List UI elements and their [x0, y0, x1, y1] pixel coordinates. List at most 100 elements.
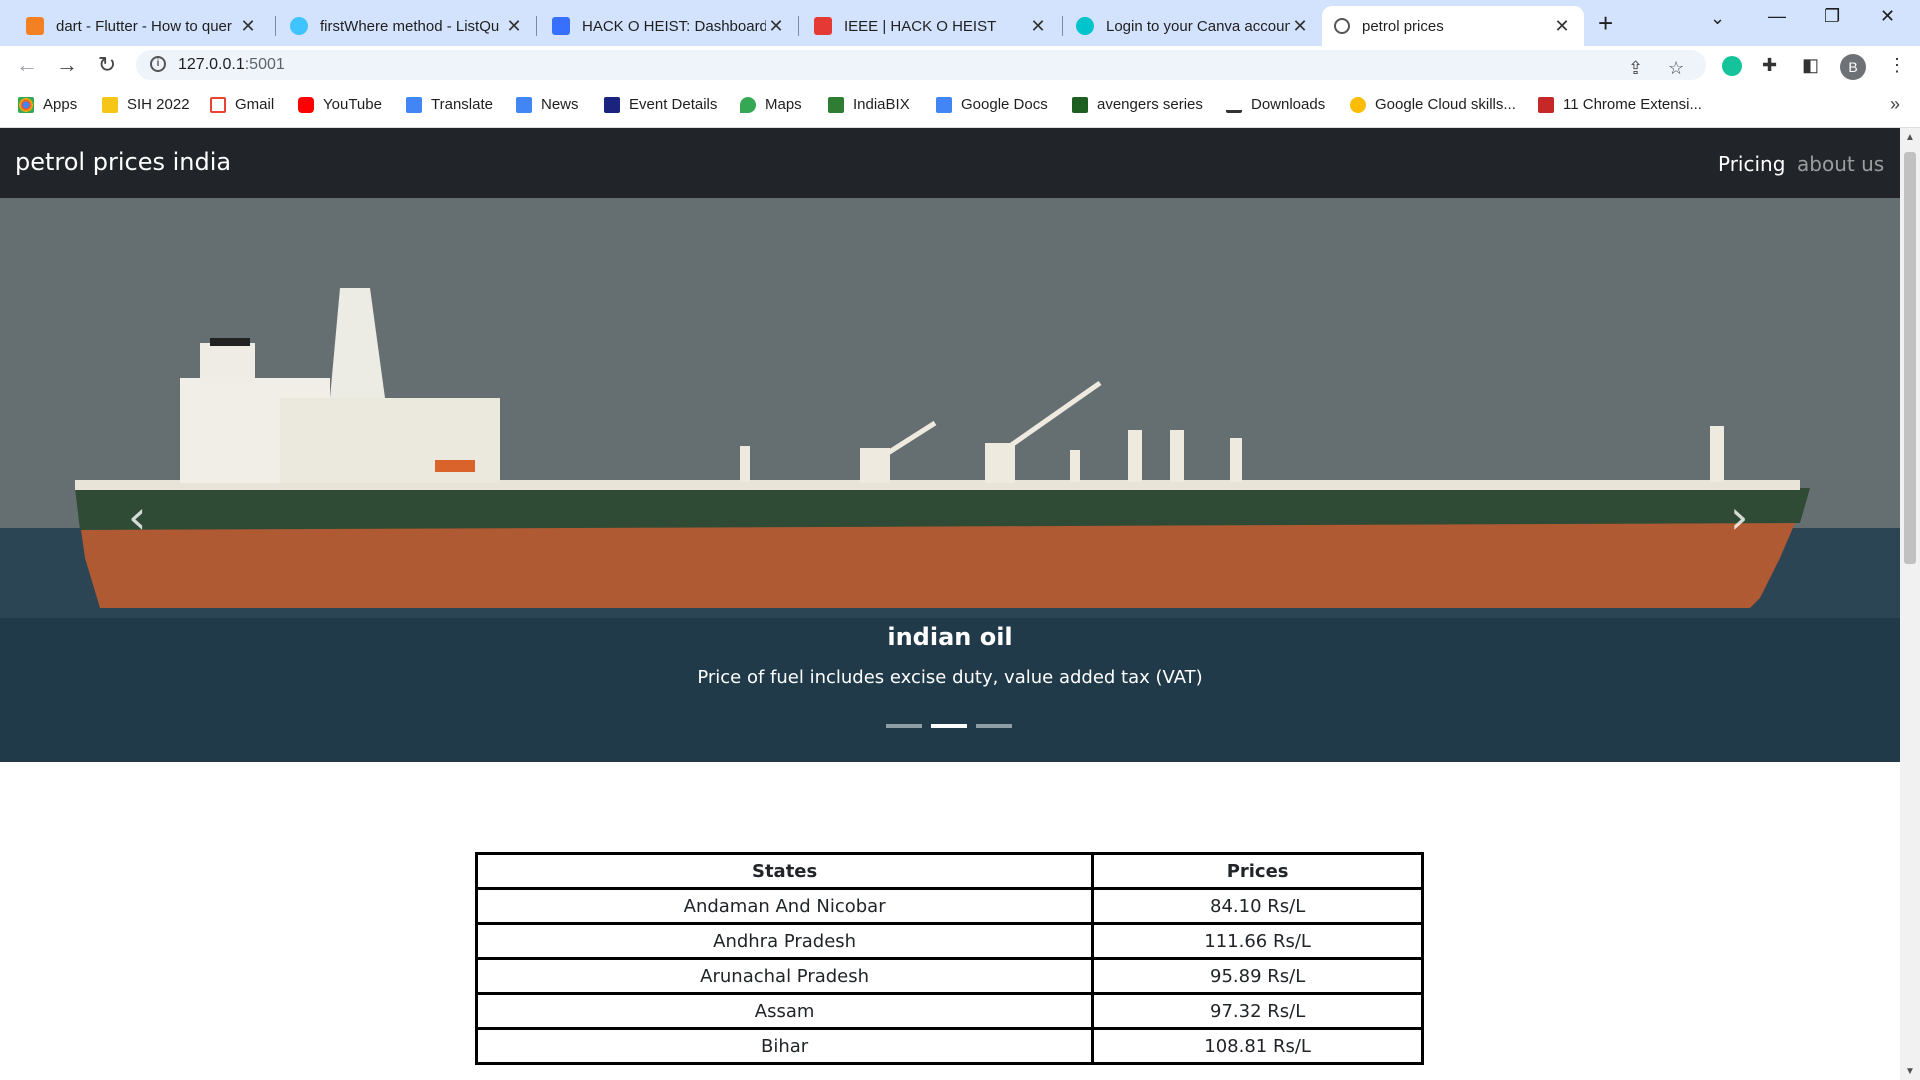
event-icon: [604, 96, 620, 113]
scroll-down-arrow-icon[interactable]: ▼: [1905, 1066, 1915, 1077]
browser-chrome: dart - Flutter - How to quer ✕ firstWher…: [0, 0, 1920, 128]
side-panel-icon[interactable]: ◧: [1802, 55, 1819, 76]
translate-icon: [406, 96, 422, 113]
extensions-puzzle-icon[interactable]: ✚: [1762, 55, 1777, 76]
bookmark-google-cloud-skills[interactable]: Google Cloud skills...: [1350, 96, 1516, 113]
share-icon[interactable]: ⇪: [1628, 58, 1643, 79]
page-scrollbar[interactable]: ▲ ▼: [1900, 128, 1920, 1080]
tab-strip: dart - Flutter - How to quer ✕ firstWher…: [0, 0, 1920, 46]
carousel-prev-chevron-icon[interactable]: ‹: [128, 490, 146, 544]
state-cell: Andhra Pradesh: [474, 922, 1095, 960]
site-info-icon[interactable]: i: [150, 56, 166, 72]
canva-icon: [1076, 17, 1094, 35]
price-cell: 84.10 Rs/L: [1091, 887, 1424, 925]
browser-tab-1[interactable]: dart - Flutter - How to quer ✕: [14, 6, 270, 46]
url-port: :5001: [244, 56, 285, 73]
price-cell: 97.32 Rs/L: [1091, 992, 1424, 1030]
table-row: Assam 97.32 Rs/L: [474, 992, 1424, 1030]
column-header-prices: Prices: [1091, 852, 1424, 890]
browser-tab-4[interactable]: IEEE | HACK O HEIST ✕: [802, 6, 1060, 46]
ieee-icon: [814, 17, 832, 35]
carousel-indicator-1[interactable]: [886, 724, 922, 728]
address-bar[interactable]: i 127.0.0.1:5001 ⇪ ☆: [136, 50, 1706, 80]
nav-link-about-us[interactable]: about us: [1797, 152, 1884, 176]
bookmark-star-icon[interactable]: ☆: [1668, 58, 1684, 79]
bookmark-event-details[interactable]: Event Details: [604, 96, 717, 113]
restore-icon[interactable]: ❐: [1824, 6, 1840, 27]
site-navbar: petrol prices india Pricing about us: [0, 128, 1900, 198]
more-bookmarks-chevron-icon[interactable]: »: [1890, 94, 1900, 115]
maps-icon: [740, 96, 756, 113]
price-cell: 108.81 Rs/L: [1091, 1027, 1424, 1065]
carousel-caption-text: Price of fuel includes excise duty, valu…: [697, 667, 1203, 688]
youtube-icon: [298, 96, 314, 113]
close-icon[interactable]: ✕: [504, 16, 524, 37]
carousel-next-chevron-icon[interactable]: ›: [1730, 490, 1748, 544]
bookmark-sih-2022[interactable]: SIH 2022: [102, 96, 190, 113]
tab-divider: [536, 16, 537, 36]
reload-icon[interactable]: ↻: [92, 50, 122, 80]
apps-grid-icon: [18, 96, 34, 113]
bookmark-maps[interactable]: Maps: [740, 96, 802, 113]
prices-table-wrapper: States Prices Andaman And Nicobar 84.10 R…: [474, 852, 1424, 1065]
tab-search-chevron-icon[interactable]: ⌄: [1710, 8, 1725, 29]
browser-toolbar: ← → ↻ i 127.0.0.1:5001 ⇪ ☆: [0, 46, 1920, 84]
state-cell: Andaman And Nicobar: [474, 887, 1095, 925]
dart-icon: [290, 17, 308, 35]
profile-avatar[interactable]: B: [1840, 54, 1866, 80]
minimize-icon[interactable]: —: [1768, 6, 1786, 27]
back-arrow-icon[interactable]: ←: [12, 50, 42, 80]
bookmark-apps[interactable]: Apps: [18, 96, 77, 113]
forward-arrow-icon[interactable]: →: [52, 50, 82, 80]
table-row: Bihar 108.81 Rs/L: [474, 1027, 1424, 1065]
close-icon[interactable]: ✕: [1290, 16, 1310, 37]
nav-link-pricing[interactable]: Pricing: [1718, 152, 1785, 176]
bookmark-downloads[interactable]: Downloads: [1226, 96, 1325, 113]
price-cell: 95.89 Rs/L: [1091, 957, 1424, 995]
window-close-icon[interactable]: ✕: [1880, 6, 1895, 27]
cloud-icon: [1350, 96, 1366, 113]
table-row: Andhra Pradesh 111.66 Rs/L: [474, 922, 1424, 960]
carousel-indicator-2[interactable]: [931, 724, 967, 728]
browser-tab-2[interactable]: firstWhere method - ListQu ✕: [278, 6, 536, 46]
download-icon: [1226, 96, 1242, 113]
tab-divider: [798, 16, 799, 36]
docs-icon: [936, 96, 952, 113]
browser-tab-5[interactable]: Login to your Canva accoun ✕: [1064, 6, 1322, 46]
bookmark-news[interactable]: News: [516, 96, 579, 113]
globe-icon: [1334, 18, 1350, 34]
bookmark-youtube[interactable]: YouTube: [298, 96, 382, 113]
site-brand[interactable]: petrol prices india: [15, 148, 231, 176]
new-tab-plus-icon[interactable]: +: [1598, 8, 1613, 39]
bookmark-avengers-series[interactable]: avengers series: [1072, 96, 1203, 113]
table-row: Arunachal Pradesh 95.89 Rs/L: [474, 957, 1424, 995]
bookmark-chrome-extensions[interactable]: 11 Chrome Extensi...: [1538, 96, 1702, 113]
price-cell: 111.66 Rs/L: [1091, 922, 1424, 960]
tab-divider: [1062, 16, 1063, 36]
browser-tab-active[interactable]: petrol prices ✕: [1322, 6, 1584, 46]
bookmark-gmail[interactable]: Gmail: [210, 96, 274, 113]
chrome-menu-icon[interactable]: ⋮: [1888, 55, 1906, 76]
devfolio-icon: [552, 17, 570, 35]
bookmark-translate[interactable]: Translate: [406, 96, 493, 113]
scroll-up-arrow-icon[interactable]: ▲: [1905, 132, 1915, 143]
table-row: Andaman And Nicobar 84.10 Rs/L: [474, 887, 1424, 925]
close-icon[interactable]: ✕: [766, 16, 786, 37]
close-icon[interactable]: ✕: [238, 16, 258, 37]
news-icon: [516, 96, 532, 113]
carousel: ‹ › indian oil Price of fuel includes ex…: [0, 198, 1900, 762]
table-header-row: States Prices: [474, 852, 1424, 890]
stackoverflow-icon: [26, 17, 44, 35]
carousel-caption-title: indian oil: [887, 623, 1013, 651]
bookmark-indiabix[interactable]: IndiaBIX: [828, 96, 910, 113]
close-icon[interactable]: ✕: [1028, 16, 1048, 37]
tab-divider: [275, 16, 276, 36]
browser-tab-3[interactable]: HACK O HEIST: Dashboard | ✕: [540, 6, 798, 46]
grammarly-extension-icon[interactable]: [1722, 56, 1742, 76]
close-icon[interactable]: ✕: [1552, 16, 1572, 37]
column-header-states: States: [474, 852, 1095, 890]
bookmark-google-docs[interactable]: Google Docs: [936, 96, 1048, 113]
indiabix-icon: [828, 96, 844, 113]
carousel-indicator-3[interactable]: [976, 724, 1012, 728]
scrollbar-thumb[interactable]: [1904, 152, 1916, 564]
